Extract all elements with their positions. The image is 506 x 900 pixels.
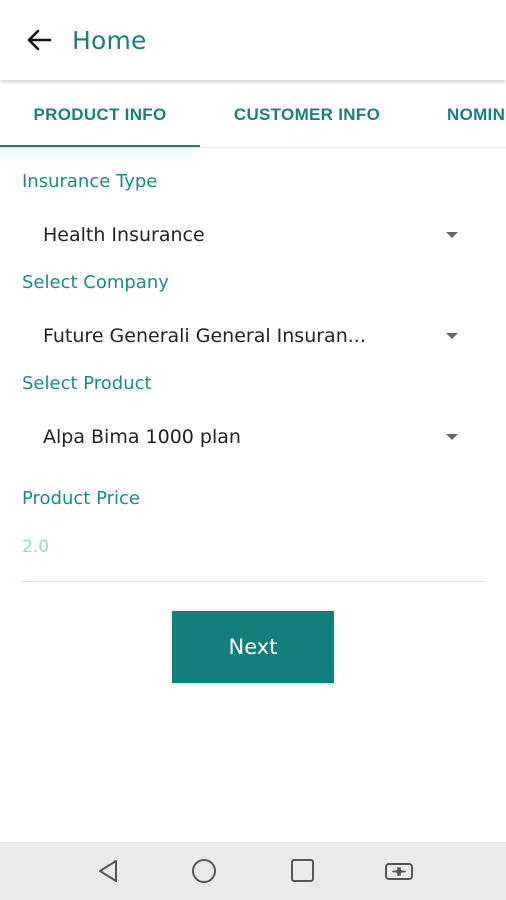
product-value: Alpa Bima 1000 plan xyxy=(43,426,241,448)
price-field-underline xyxy=(22,581,486,582)
nav-back-button[interactable] xyxy=(93,856,123,886)
nav-switch-app-button[interactable] xyxy=(384,856,414,886)
tab-bar: PRODUCT INFO CUSTOMER INFO NOMIN xyxy=(0,82,506,148)
next-button[interactable]: Next xyxy=(172,611,334,683)
tab-indicator xyxy=(0,145,200,147)
insurance-type-label: Insurance Type xyxy=(22,171,158,192)
home-circle-icon xyxy=(192,859,216,883)
back-button[interactable] xyxy=(24,26,54,54)
insurance-type-select[interactable]: Health Insurance xyxy=(22,214,486,258)
nav-home-button[interactable] xyxy=(189,856,219,886)
dropdown-arrow-icon xyxy=(446,434,458,440)
company-label: Select Company xyxy=(22,272,169,293)
product-label: Select Product xyxy=(22,373,152,394)
switch-app-icon xyxy=(385,863,413,880)
tab-product-info[interactable]: PRODUCT INFO xyxy=(0,82,200,147)
tab-customer-info[interactable]: CUSTOMER INFO xyxy=(200,82,414,147)
company-select[interactable]: Future Generali General Insuran... xyxy=(22,315,486,359)
product-price-field[interactable]: 2.0 xyxy=(22,537,49,557)
insurance-type-value: Health Insurance xyxy=(43,224,205,246)
dropdown-arrow-icon xyxy=(446,232,458,238)
product-select[interactable]: Alpa Bima 1000 plan xyxy=(22,416,486,460)
recents-square-icon xyxy=(291,859,314,882)
back-triangle-icon xyxy=(99,860,117,882)
nav-recents-button[interactable] xyxy=(287,856,317,886)
system-nav-bar xyxy=(0,842,506,900)
dropdown-arrow-icon xyxy=(446,333,458,339)
app-bar: Home xyxy=(0,0,506,80)
arrow-left-icon xyxy=(27,29,52,51)
tab-nominee[interactable]: NOMIN xyxy=(430,82,506,147)
company-value: Future Generali General Insuran... xyxy=(43,325,366,347)
product-price-label: Product Price xyxy=(22,488,140,509)
page-title: Home xyxy=(72,26,147,55)
